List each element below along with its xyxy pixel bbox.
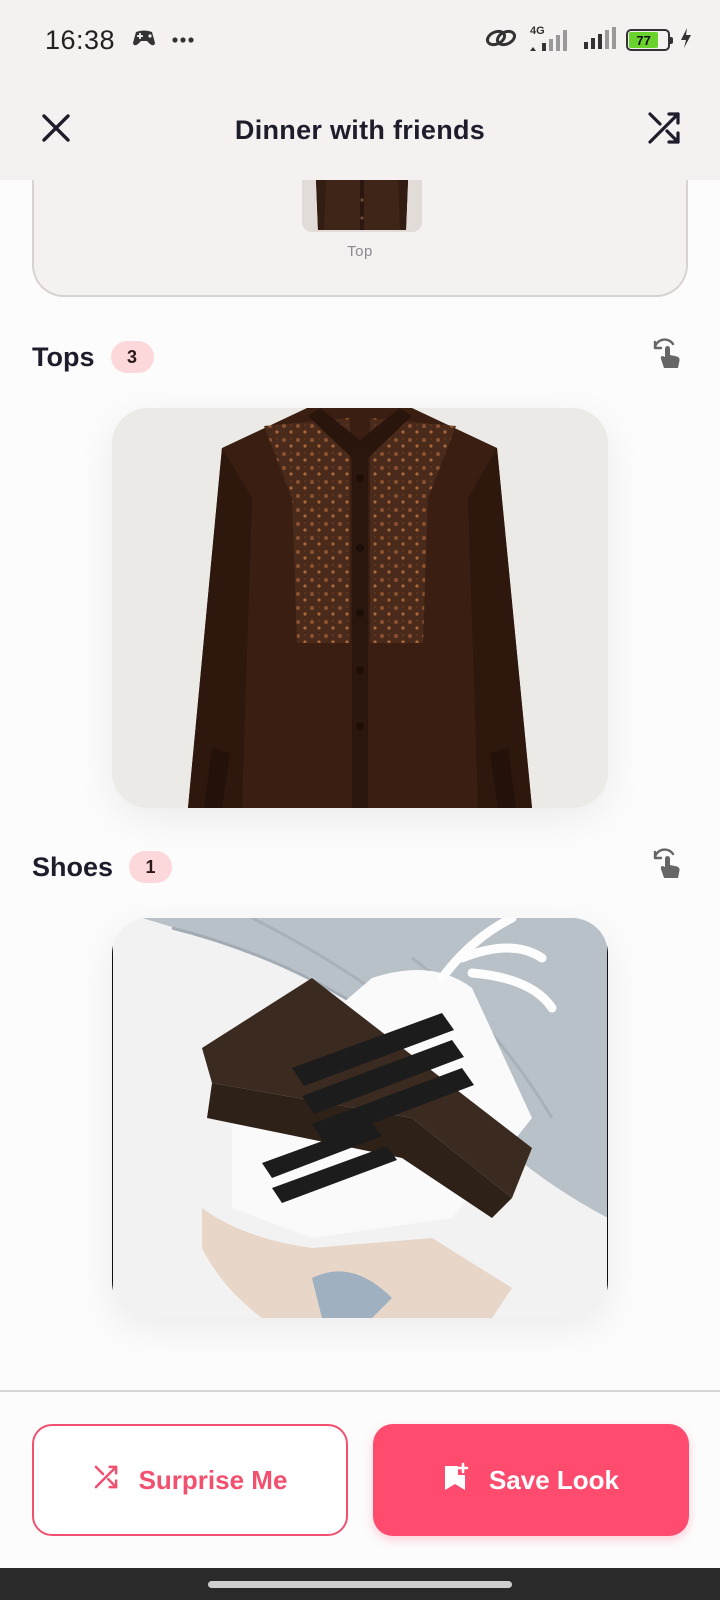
battery-level: 77	[629, 32, 659, 48]
shuffle-button[interactable]	[638, 104, 690, 156]
swipe-gesture-icon	[651, 337, 685, 377]
count-badge: 1	[129, 851, 173, 883]
surprise-me-button[interactable]: Surprise Me	[32, 1424, 348, 1536]
link-icon	[484, 26, 518, 55]
surprise-me-label: Surprise Me	[138, 1464, 288, 1495]
battery-icon: 77	[626, 29, 673, 51]
preview-top-thumbnail[interactable]	[302, 180, 422, 232]
save-look-button[interactable]: Save Look	[373, 1424, 689, 1536]
status-bar: 16:38 4G 77	[0, 0, 720, 80]
save-look-label: Save Look	[488, 1464, 620, 1495]
swipe-gesture-icon	[651, 847, 685, 887]
game-controller-icon	[131, 28, 157, 53]
shuffle-icon	[93, 1464, 119, 1497]
section-header-tops: Tops 3	[32, 337, 688, 377]
shuffle-icon	[646, 110, 682, 151]
status-time: 16:38	[45, 24, 116, 55]
preview-item-label: Top	[347, 243, 373, 260]
tops-item-image[interactable]	[112, 408, 608, 808]
swipe-shoes-button[interactable]	[648, 847, 688, 887]
close-button[interactable]	[30, 104, 82, 156]
section-title: Shoes	[32, 851, 114, 882]
system-nav-bar	[0, 1568, 720, 1600]
swipe-tops-button[interactable]	[648, 337, 688, 377]
signal-icon	[582, 25, 616, 56]
section-title: Tops	[32, 341, 95, 372]
home-gesture-handle[interactable]	[208, 1581, 512, 1588]
page-title: Dinner with friends	[234, 114, 486, 145]
count-badge: 3	[110, 341, 154, 373]
charging-icon	[680, 27, 692, 54]
app-header: Dinner with friends	[0, 80, 720, 180]
section-header-shoes: Shoes 1	[32, 847, 688, 887]
more-dots-icon	[171, 31, 195, 49]
sneakers-image	[112, 918, 608, 1318]
signal-icon: 4G	[528, 25, 572, 53]
bottom-action-bar: Surprise Me Save Look	[0, 1392, 720, 1568]
bookmark-add-icon	[443, 1462, 469, 1499]
shoes-item-image[interactable]	[112, 918, 608, 1318]
brown-shirt-image	[112, 408, 608, 808]
close-icon	[40, 112, 72, 149]
